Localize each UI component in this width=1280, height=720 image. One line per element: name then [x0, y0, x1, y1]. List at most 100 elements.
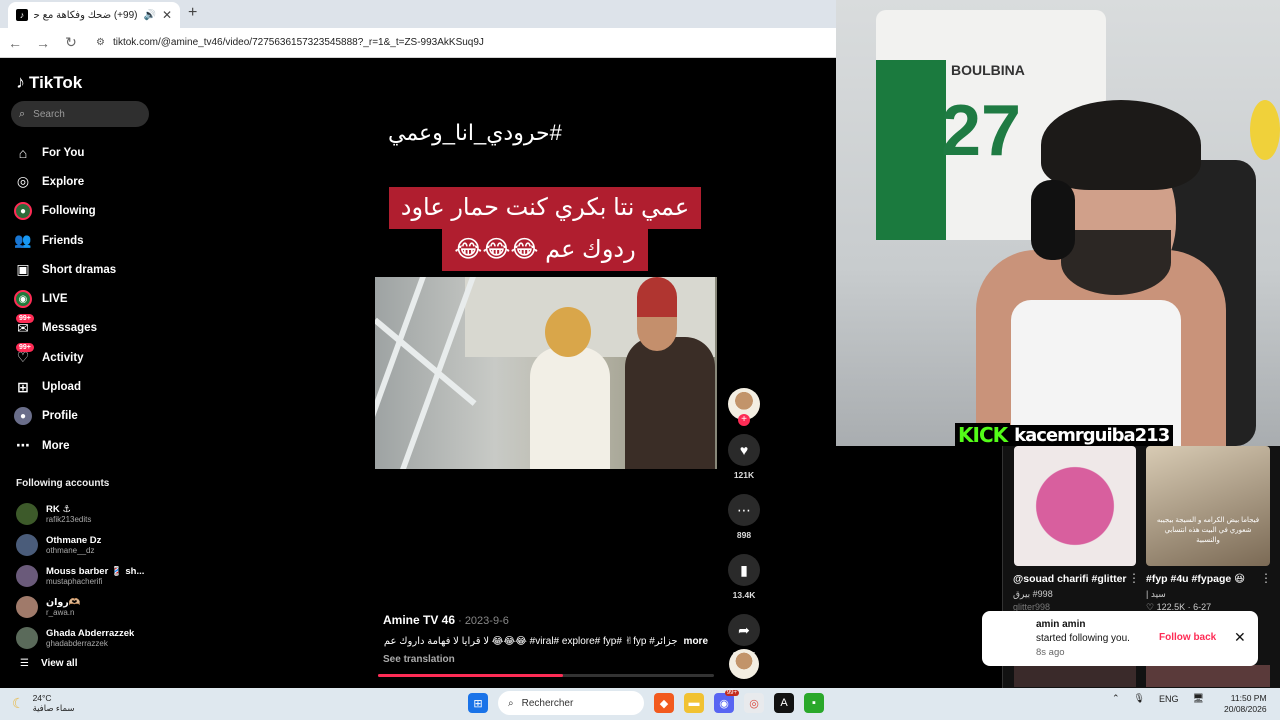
video-author[interactable]: Amine TV 46 · 2023-9-6	[383, 613, 509, 627]
nav-label: Friends	[42, 234, 84, 247]
nav-label: Activity	[42, 351, 84, 364]
microphone-icon[interactable]: 🎙	[1134, 693, 1145, 704]
search-icon: ⌕	[19, 107, 26, 120]
browser-tab-bar: ♪ (99+) ضحك وفكاهة مع حرود... 🔊 ✕ +	[0, 0, 836, 28]
new-tab-button[interactable]: +	[188, 4, 197, 22]
close-icon[interactable]: ✕	[1234, 629, 1246, 646]
comment-action[interactable]: ⋯ 898	[728, 494, 760, 540]
nav-activity[interactable]: ♡ 99+ Activity	[14, 343, 154, 372]
share-icon[interactable]: ➦	[728, 614, 760, 646]
app-green-icon[interactable]: ▪	[804, 693, 824, 713]
nav-short-dramas[interactable]: ▣ Short dramas	[14, 255, 154, 284]
related-sub: سيد |	[1146, 589, 1166, 599]
notification-message: amin amin started following you.	[1036, 618, 1130, 646]
account-item[interactable]: Ghada Abderrazzek ghadabderrazzek	[16, 622, 156, 653]
account-item[interactable]: Mouss barber 💈 sh... mustaphacherifi	[16, 560, 156, 591]
nav-profile[interactable]: ● Profile	[14, 402, 154, 431]
taskbar-search-label: Rechercher	[521, 697, 574, 709]
account-name: Ghada Abderrazzek	[46, 627, 135, 639]
related-thumbnail[interactable]	[1014, 446, 1136, 566]
more-options-icon[interactable]: ⋮	[1260, 571, 1272, 585]
forward-icon[interactable]: →	[36, 35, 50, 51]
nav-messages[interactable]: ✉ 99+ Messages	[14, 313, 154, 343]
heart-icon[interactable]: ♥	[728, 434, 760, 466]
comment-icon[interactable]: ⋯	[728, 494, 760, 526]
account-item[interactable]: Othmane Dz othmane__dz	[16, 529, 156, 560]
chevron-up-icon[interactable]: ⌃	[1112, 693, 1120, 704]
nav-explore[interactable]: ◎ Explore	[14, 167, 154, 196]
nav-for-you[interactable]: ⌂ For You	[14, 138, 154, 167]
nav-upload[interactable]: ⊞ Upload	[14, 372, 154, 401]
windows-start-icon[interactable]: ⊞	[468, 693, 488, 713]
like-count: 121K	[733, 470, 755, 480]
tiktok-logo[interactable]: ♪ TikTok	[16, 72, 82, 93]
folder-icon[interactable]: ▬	[684, 693, 704, 713]
tab-title: (99+) ضحك وفكاهة مع حرود...	[34, 9, 138, 21]
avatar	[16, 626, 38, 649]
avatar	[16, 533, 38, 556]
discord-icon[interactable]: ◉ 99+	[714, 690, 739, 713]
nav-more[interactable]: ⋯ More	[14, 431, 154, 460]
kick-logo: KICK	[955, 423, 1011, 447]
bookmark-icon[interactable]: ▮	[728, 554, 760, 586]
nav-label: More	[42, 439, 70, 452]
nav-label: Messages	[42, 322, 97, 335]
weather-widget[interactable]: ☾ 24°C سماء صافية	[12, 693, 75, 713]
url-field[interactable]: ⚙ tiktok.com/@amine_tv46/video/727563615…	[92, 31, 484, 54]
streamer-hair	[1041, 100, 1201, 190]
chrome-icon[interactable]: ◎	[744, 693, 764, 713]
related-thumbnail[interactable]	[1146, 665, 1270, 687]
sound-avatar-icon[interactable]	[729, 649, 759, 679]
follow-plus-icon[interactable]: +	[738, 414, 750, 426]
like-action[interactable]: ♥ 121K	[728, 434, 760, 480]
save-action[interactable]: ▮ 13.4K	[728, 554, 760, 600]
see-translation-link[interactable]: See translation	[383, 654, 455, 665]
jersey-name: BOULBINA	[951, 62, 1025, 78]
reload-icon[interactable]: ↻	[64, 34, 78, 51]
video-player[interactable]	[375, 277, 717, 469]
close-tab-icon[interactable]: ✕	[162, 8, 172, 22]
more-options-icon[interactable]: ⋮	[1128, 571, 1140, 585]
more-button[interactable]: more	[684, 636, 708, 647]
brave-icon[interactable]: ◆	[654, 693, 674, 713]
video-scene-person-head	[545, 307, 591, 357]
notification-user[interactable]: amin amin	[1036, 619, 1085, 630]
taskbar-search[interactable]: ⌕ Rechercher	[498, 691, 644, 715]
speaker-icon[interactable]: 🔊	[143, 10, 155, 21]
follow-back-button[interactable]: Follow back	[1159, 632, 1216, 643]
related-thumbnail[interactable]	[1014, 665, 1136, 687]
nav-friends[interactable]: 👥 Friends	[14, 226, 154, 255]
system-tray: ⌃ 🎙 ENG 🖥	[1112, 693, 1204, 704]
browser-tab[interactable]: ♪ (99+) ضحك وفكاهة مع حرود... 🔊 ✕	[8, 2, 180, 28]
search-placeholder: Search	[33, 108, 65, 120]
view-all-link[interactable]: ☰ View all	[20, 658, 77, 669]
network-icon[interactable]: 🖥	[1193, 693, 1204, 704]
avatar	[16, 564, 38, 587]
app-a-icon[interactable]: A	[774, 693, 794, 713]
clock[interactable]: 11:50 PM 20/08/2026	[1224, 693, 1267, 715]
video-description: جزائر# viral# explore# fyp# ✌fyp# 😂😂😂 لا…	[383, 636, 708, 647]
live-icon: ◉	[14, 290, 32, 309]
video-hashtag-title: #حرودي_انا_وعمي	[388, 120, 562, 145]
related-caption[interactable]: #fyp #4u #fypage 😆	[1146, 573, 1245, 585]
address-bar: ← → ↻ ⚙ tiktok.com/@amine_tv46/video/727…	[0, 28, 836, 58]
video-scene-person-hat	[637, 277, 677, 317]
back-icon[interactable]: ←	[8, 35, 22, 51]
nav-live[interactable]: ◉ LIVE	[14, 284, 154, 313]
jersey-stripe	[876, 60, 946, 240]
account-item[interactable]: روان🫶🏼 r_awa.n	[16, 591, 156, 622]
description-text: جزائر# viral# explore# fyp# ✌fyp# 😂😂😂 لا…	[383, 636, 678, 647]
video-progress-bar[interactable]	[378, 674, 714, 677]
site-info-icon[interactable]: ⚙	[96, 37, 105, 48]
search-input[interactable]: ⌕ Search	[11, 101, 149, 127]
nav-label: For You	[42, 146, 85, 159]
related-caption[interactable]: @souad charifi #glitter	[1013, 573, 1127, 585]
list-icon: ☰	[20, 658, 29, 669]
language-indicator[interactable]: ENG	[1159, 694, 1179, 704]
film-icon: ▣	[16, 261, 30, 278]
related-thumbnail[interactable]: فيجاما بيض الكرامه و السيجة بيجيبه شعوري…	[1146, 446, 1270, 566]
date: 20/08/2026	[1224, 704, 1267, 714]
nav-following[interactable]: ● Following	[14, 197, 154, 226]
creator-avatar[interactable]: +	[728, 388, 760, 426]
account-item[interactable]: RK ⚓ rafik213edits	[16, 498, 156, 529]
